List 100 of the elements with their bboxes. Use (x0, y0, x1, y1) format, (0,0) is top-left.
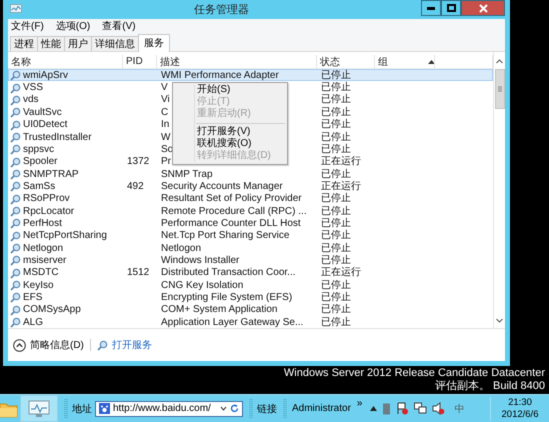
address-label: 地址 (72, 402, 92, 416)
magnifier-icon (10, 181, 21, 192)
description-cell: V (161, 82, 168, 94)
magnifier-icon (96, 340, 108, 350)
status-cell-text: 已停止 (321, 218, 351, 230)
pid-cell: 1512 (127, 267, 150, 280)
toolbar-label[interactable]: Administrator (292, 403, 351, 414)
flag-icon[interactable] (396, 402, 410, 415)
status-cell-text: 已停止 (321, 254, 351, 266)
selected-row[interactable]: wmiApSrv WMI Performance Adapter 已停止 (8, 68, 493, 82)
scroll-up-icon[interactable] (495, 56, 504, 66)
menu-item[interactable]: 文件(F) (11, 18, 44, 33)
magnifier-icon (10, 243, 21, 254)
close-icon (478, 4, 488, 12)
refresh-icon[interactable] (230, 404, 239, 413)
minimize-button[interactable] (421, 0, 441, 16)
dropdown-icon[interactable] (220, 406, 227, 411)
magnifier-icon (10, 144, 21, 156)
magnifier-icon (10, 132, 21, 143)
magnifier-icon (10, 194, 21, 205)
status-cell: 已停止 (321, 132, 351, 144)
menu-item[interactable]: 选项(O) (56, 18, 90, 33)
tray-arrow-icon[interactable] (370, 406, 378, 411)
service-name: TrustedInstaller (23, 132, 92, 144)
description-cell: W (161, 132, 170, 144)
service-name: Spooler (23, 156, 58, 168)
grip-icon[interactable] (64, 398, 68, 420)
description-cell: Pr (161, 156, 171, 168)
service-name: UI0Detect (23, 119, 68, 132)
collapse-button[interactable]: 简略信息(D) (13, 338, 84, 352)
tab[interactable]: 服务 (138, 34, 170, 52)
context-menu-item[interactable]: 开始(S) (173, 84, 287, 96)
description-cell: In (161, 119, 170, 132)
network-icon[interactable] (414, 402, 428, 415)
magnifier-icon (10, 70, 21, 82)
service-name: PerfHost (23, 218, 62, 230)
status-cell-text: 已停止 (321, 292, 351, 304)
tab[interactable]: 进程 (10, 36, 38, 51)
tab[interactable]: 性能 (37, 36, 65, 51)
speaker-icon[interactable] (432, 402, 446, 415)
grip-icon[interactable] (283, 398, 287, 420)
magnifier-icon (10, 94, 21, 106)
service-name: COMSysApp (23, 304, 81, 316)
description-cell: Encrypting File System (EFS) (161, 292, 292, 304)
tab[interactable]: 详细信息 (91, 36, 139, 51)
scroll-down-icon[interactable] (495, 316, 504, 325)
context-menu-item[interactable]: 联机搜索(O) (173, 138, 287, 150)
service-name: Netlogon (23, 242, 64, 255)
grip-icon[interactable] (249, 398, 253, 420)
magnifier-icon (10, 268, 21, 279)
description-cell: Performance Counter DLL Host (161, 218, 301, 230)
clock[interactable]: 21:30 2012/6/6 (490, 396, 549, 420)
service-name: VSS (23, 82, 44, 94)
description-cell: SNMP Trap (161, 168, 212, 181)
status-cell-text: 已停止 (321, 144, 351, 156)
service-name: RSoPProv (23, 193, 70, 206)
magnifier-icon (10, 156, 21, 168)
status-cell-text: 已停止 (321, 70, 351, 82)
menu-item[interactable]: 查看(V) (102, 18, 136, 33)
links-label[interactable]: 链接 (257, 402, 277, 416)
description-cell: Net.Tcp Port Sharing Service (161, 230, 290, 242)
service-name: SNMPTRAP (23, 168, 79, 181)
taskbar-app-button[interactable] (20, 395, 58, 422)
magnifier-icon (10, 230, 21, 242)
tab[interactable]: 用户 (64, 36, 92, 51)
context-menu-item[interactable]: 打开服务(V) (173, 126, 287, 138)
open-services-link[interactable]: 打开服务 (96, 338, 152, 352)
pid-cell: 1372 (127, 156, 150, 168)
minimize-icon (427, 6, 435, 10)
close-button[interactable] (461, 0, 505, 16)
maximize-button[interactable] (441, 0, 461, 16)
desktop-watermark-text: 评估副本。 Build 8400 (434, 380, 545, 393)
magnifier-icon (10, 107, 21, 118)
service-name: vds (23, 94, 39, 106)
status-cell-text: 已停止 (321, 106, 351, 118)
pid-cell: 492 (127, 180, 144, 193)
status-cell-text: 正在运行 (321, 180, 361, 192)
input-method-indicator[interactable]: 中 (454, 402, 464, 416)
desktop-watermark-text: Windows Server 2012 Release Candidate Datacenter (284, 367, 545, 380)
scrollbar-thumb[interactable] (494, 68, 504, 109)
description-cell: Netlogon (161, 242, 202, 255)
sort-arrow-icon (428, 60, 434, 64)
address-field[interactable]: http://www.baidu.com/ (95, 400, 243, 416)
status-cell: 正在运行 (321, 267, 361, 280)
chevron-button[interactable]: » (356, 398, 362, 409)
status-cell: 已停止 (321, 304, 351, 316)
window-title: 任务管理器 (193, 2, 250, 17)
status-cell-text: 已停止 (321, 206, 351, 218)
magnifier-icon (10, 304, 21, 316)
description-cell: COM+ System Application (161, 304, 278, 316)
status-cell: 正在运行 (321, 156, 361, 168)
description-cell: Vi (161, 94, 170, 106)
status-cell-text: 已停止 (321, 82, 351, 94)
magnifier-icon (10, 218, 21, 230)
service-name: MSDTC (23, 267, 59, 280)
status-cell: 已停止 (321, 119, 351, 132)
description-cell: CNG Key Isolation (161, 280, 244, 292)
magnifier-icon (10, 82, 21, 94)
magnifier-icon (10, 169, 21, 180)
service-name: msiserver (23, 254, 66, 267)
